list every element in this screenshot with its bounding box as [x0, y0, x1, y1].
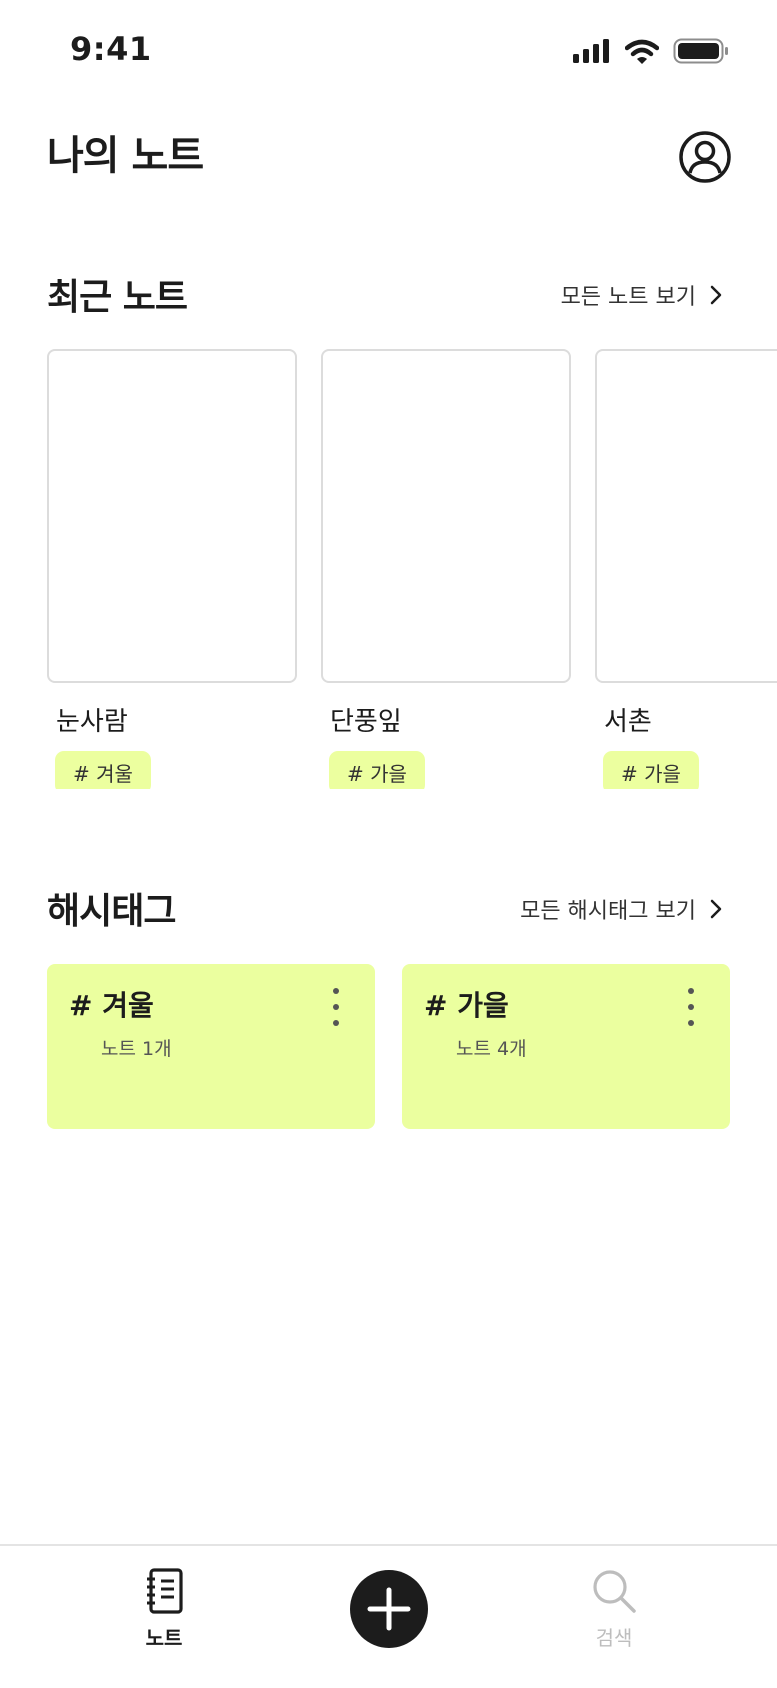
tab-search[interactable]: 검색 [554, 1568, 674, 1651]
note-thumbnail [595, 349, 777, 683]
notebook-icon [147, 1568, 183, 1614]
more-options-icon[interactable] [329, 988, 343, 1026]
add-note-button[interactable] [350, 1570, 428, 1648]
profile-button[interactable] [678, 130, 732, 184]
note-tag[interactable]: # 겨울 [55, 751, 151, 789]
note-thumbnail [321, 349, 571, 683]
see-all-notes-link[interactable]: 모든 노트 보기 [561, 279, 722, 311]
note-title: 단풍잎 [330, 707, 402, 737]
tab-notes-label: 노트 [145, 1626, 183, 1650]
note-title: 눈사람 [56, 707, 128, 737]
hashtag-card[interactable]: # 가을 노트 4개 [402, 964, 730, 1129]
note-thumbnail [47, 349, 297, 683]
note-card[interactable]: 서촌 # 가을 [595, 349, 777, 789]
note-tag[interactable]: # 가을 [329, 751, 425, 789]
hashtag-note-count: 노트 1개 [101, 1038, 172, 1060]
signal-icon [573, 39, 609, 63]
battery-icon [673, 38, 728, 64]
note-card[interactable]: 눈사람 # 겨울 [47, 349, 321, 789]
see-all-hashtags-label: 모든 해시태그 보기 [520, 899, 696, 924]
hashtag-note-count: 노트 4개 [456, 1038, 527, 1060]
status-icons [573, 38, 729, 64]
tab-search-label: 검색 [595, 1626, 633, 1650]
hashtags-title: 해시태그 [47, 891, 176, 932]
chevron-right-icon [710, 285, 722, 305]
recent-notes-title: 최근 노트 [47, 277, 188, 318]
status-time: 9:41 [70, 30, 152, 68]
note-card[interactable]: 단풍잎 # 가을 [321, 349, 595, 789]
user-circle-icon [679, 131, 731, 183]
tab-bar: 노트 검색 [0, 1544, 777, 1688]
wifi-icon [625, 39, 659, 64]
search-icon [593, 1570, 636, 1613]
note-title: 서촌 [604, 707, 652, 737]
page-title: 나의 노트 [47, 133, 204, 179]
see-all-notes-label: 모든 노트 보기 [560, 285, 696, 310]
hashtag-card[interactable]: # 겨울 노트 1개 [47, 964, 375, 1129]
see-all-hashtags-link[interactable]: 모든 해시태그 보기 [520, 893, 722, 925]
hashtag-name: # 가을 [424, 989, 509, 1022]
plus-icon [367, 1587, 411, 1631]
recent-notes-carousel[interactable]: 눈사람 # 겨울 단풍잎 # 가을 서촌 # 가을 [47, 349, 777, 789]
note-tag[interactable]: # 가을 [603, 751, 699, 789]
tab-notes[interactable]: 노트 [104, 1568, 224, 1651]
chevron-right-icon [710, 899, 722, 919]
more-options-icon[interactable] [684, 988, 698, 1026]
hashtag-name: # 겨울 [69, 989, 154, 1022]
